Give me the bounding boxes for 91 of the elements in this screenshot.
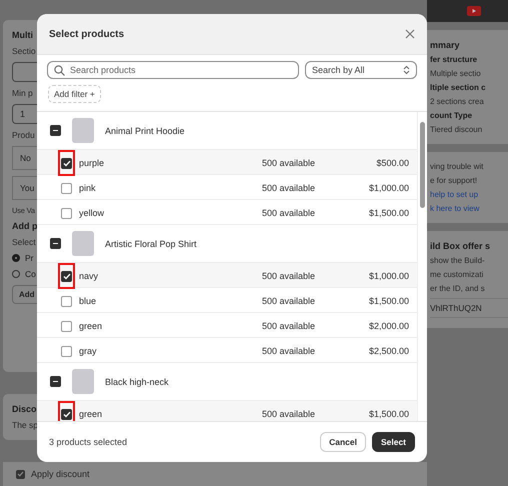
variant-checkbox[interactable] [61,296,72,306]
photo-placeholder [72,231,94,256]
price-text: $2,500.00 [368,346,410,356]
price-text: $1,500.00 [368,208,410,218]
product-name: Animal Print Hoodie [105,126,185,136]
summary-text: er the ID, and s [430,284,486,293]
field-label: Sectio [12,46,37,56]
variant-name: green [79,321,104,331]
stock-text: 500 available [262,208,316,218]
close-icon[interactable] [405,29,415,39]
summary-label: fer structure [430,55,478,64]
check-icon [62,272,70,280]
radio-button[interactable] [12,254,20,262]
check-icon [62,160,70,166]
variant-row[interactable]: gray 500 available $2,500.00 [37,338,417,363]
variant-row[interactable]: purple 500 available $500.00 [37,150,417,175]
search-icon [54,65,65,76]
product-checkbox[interactable] [50,125,61,136]
variant-name: yellow [79,208,106,218]
field-label: Produ [12,130,36,140]
dialog-title: Select products [49,28,124,40]
variant-name: blue [79,296,98,306]
variant-checkbox[interactable] [61,158,72,168]
variant-row[interactable]: blue 500 available $1,500.00 [37,288,417,313]
section-heading: mmary [430,40,461,50]
radio-button[interactable] [12,270,20,278]
summary-text: Tiered discoun [430,125,484,134]
summary-label: ltiple section c [430,83,487,92]
section-heading: ild Box offer s [430,241,492,251]
price-text: $1,500.00 [368,409,410,419]
variant-checkbox[interactable] [61,320,72,332]
stock-text: 500 available [262,321,316,331]
variant-name: gray [79,346,98,356]
input-field[interactable]: VhlRThUQ2N [430,298,508,318]
product-checkbox[interactable] [50,376,61,387]
variant-row[interactable]: green 500 available $2,000.00 [37,313,417,338]
variant-row[interactable]: navy 500 available $1,000.00 [37,263,417,288]
section-heading: Multi [12,30,34,40]
summary-text: show the Build- [430,256,486,265]
cancel-button[interactable]: Cancel [320,432,366,452]
stock-text: 500 available [262,158,316,168]
play-icon [467,6,481,16]
stock-text: 500 available [262,296,316,306]
variant-row[interactable]: green 500 available $1,500.00 [37,401,417,421]
summary-text: e for support! [430,176,478,185]
price-text: $1,000.00 [368,183,410,193]
variant-name: pink [79,183,97,193]
photo-placeholder [72,118,94,143]
section-heading: Add p [12,221,37,231]
photo-placeholder [72,369,94,394]
summary-text: ving trouble wit [430,162,484,171]
variant-checkbox[interactable] [61,208,72,218]
price-text: $2,000.00 [368,321,410,331]
stock-text: 500 available [262,409,316,419]
checkbox-label: Apply discount [31,469,90,479]
field-label: Min p [12,88,34,98]
variant-checkbox[interactable] [61,346,72,356]
stock-text: 500 available [262,183,316,193]
radio-label: Co [25,269,36,279]
summary-text: Multiple sectio [430,69,482,78]
search-by-select[interactable]: Search by All [305,61,417,79]
product-name: Black high-neck [105,376,169,386]
radio-label: Pr [25,253,34,263]
chevron-updown-icon [403,65,410,75]
price-text: $500.00 [375,158,410,168]
check-icon [62,410,70,418]
variant-checkbox[interactable] [61,408,72,420]
variant-checkbox[interactable] [61,270,72,282]
variant-row[interactable]: yellow 500 available $1,500.00 [37,200,417,225]
variant-name: navy [79,271,100,281]
product-checkbox[interactable] [50,238,61,249]
summary-text: me customizati [430,270,484,279]
summary-text: 2 sections crea [430,97,485,106]
select-button[interactable]: Select [372,432,415,452]
price-text: $1,500.00 [368,296,410,306]
variant-row[interactable]: pink 500 available $1,000.00 [37,175,417,200]
variant-name: green [79,409,104,419]
stock-text: 500 available [262,346,316,356]
check-icon [17,471,24,477]
selection-count: 3 products selected [49,437,128,447]
add-filter-button[interactable]: Add filter + [48,85,101,103]
summary-label: count Type [430,111,474,120]
variant-checkbox[interactable] [61,182,72,194]
stock-text: 500 available [262,271,316,281]
search-field[interactable]: Search products [47,61,299,79]
variant-name: purple [79,158,106,168]
checkbox[interactable] [16,470,25,478]
product-name: Artistic Floral Pop Shirt [105,238,197,248]
price-text: $1,000.00 [368,271,410,281]
field-label: Select [12,237,37,247]
section-heading: Disco [12,404,37,414]
